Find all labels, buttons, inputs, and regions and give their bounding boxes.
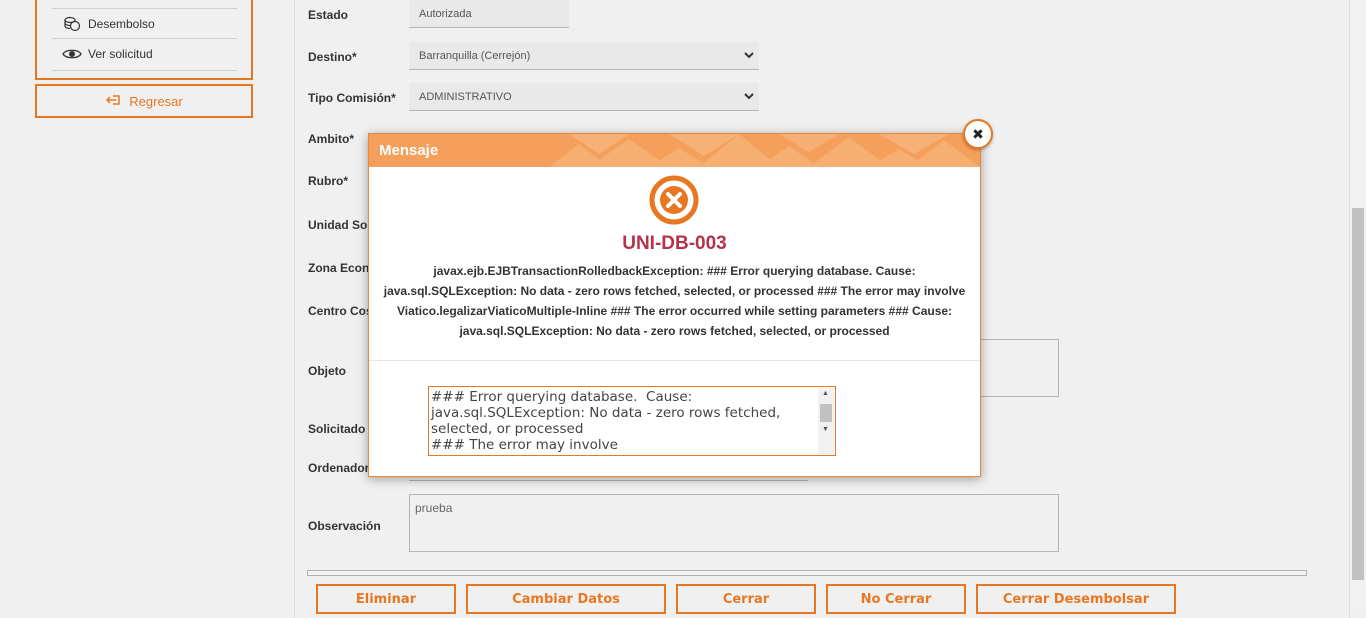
unidad-label: Unidad Soli bbox=[308, 218, 374, 232]
scrollbar-thumb[interactable] bbox=[1352, 208, 1364, 580]
error-detail-text: ### Error querying database. Cause: java… bbox=[431, 389, 781, 455]
observacion-label: Observación bbox=[308, 519, 381, 533]
dialog-divider bbox=[369, 360, 980, 361]
error-code: UNI-DB-003 bbox=[622, 233, 727, 254]
ordenador-label: Ordenador bbox=[308, 461, 370, 475]
coins-icon bbox=[62, 16, 82, 32]
regresar-label: Regresar bbox=[129, 93, 183, 109]
message-dialog: Mensaje UNI-DB-003 javax.ejb.EJBTransact… bbox=[368, 133, 981, 477]
cambiar-datos-button[interactable]: Cambiar Datos bbox=[466, 584, 666, 614]
cerrar-button[interactable]: Cerrar bbox=[676, 584, 816, 614]
objeto-label: Objeto bbox=[308, 364, 346, 378]
ordenador-field-line bbox=[409, 480, 808, 481]
sidebar-item-label: Desembolso bbox=[88, 16, 155, 31]
sidebar-item-desembolso[interactable]: Desembolso bbox=[52, 8, 237, 38]
destino-value: Barranquilla (Cerrejón) bbox=[419, 49, 531, 62]
eliminar-button[interactable]: Eliminar bbox=[316, 584, 456, 614]
observacion-textarea[interactable]: prueba bbox=[409, 494, 1059, 552]
page-scrollbar[interactable] bbox=[1350, 0, 1366, 612]
error-message: javax.ejb.EJBTransactionRolledbackExcept… bbox=[383, 264, 966, 338]
error-detail-textarea[interactable]: ### Error querying database. Cause: java… bbox=[428, 386, 836, 456]
error-x-icon bbox=[649, 175, 699, 228]
detail-scrollbar[interactable]: ▲ ▼ bbox=[818, 388, 834, 454]
dialog-title: Mensaje bbox=[379, 142, 439, 159]
tipo-comision-value: ADMINISTRATIVO bbox=[419, 90, 512, 103]
destino-label: Destino* bbox=[308, 50, 357, 64]
sidebar-menu: Desembolso Ver solicitud bbox=[35, 0, 253, 80]
destino-select[interactable]: Barranquilla (Cerrejón) bbox=[409, 42, 759, 70]
sidebar-item-label: Ver solicitud bbox=[88, 46, 153, 61]
regresar-button[interactable]: Regresar bbox=[35, 84, 253, 118]
dialog-close-button[interactable]: ✖ bbox=[963, 119, 993, 149]
rubro-label: Rubro* bbox=[308, 174, 348, 188]
zona-label: Zona Econc bbox=[308, 261, 377, 275]
estado-label: Estado bbox=[308, 8, 349, 22]
dialog-header: Mensaje bbox=[369, 134, 980, 167]
solicitado-label: Solicitado bbox=[308, 422, 366, 436]
chevron-down-icon bbox=[743, 91, 755, 104]
tipo-comision-label: Tipo Comisión* bbox=[308, 91, 396, 105]
centro-costo-label: Centro Cos bbox=[308, 304, 373, 318]
ambito-label: Ambito* bbox=[308, 132, 354, 146]
scroll-down-icon[interactable]: ▼ bbox=[822, 426, 829, 433]
back-arrow-icon bbox=[105, 93, 123, 110]
close-icon: ✖ bbox=[972, 125, 984, 142]
section-divider bbox=[307, 570, 1307, 576]
observacion-value: prueba bbox=[415, 501, 453, 515]
scrollbar-thumb[interactable] bbox=[820, 404, 832, 422]
divider bbox=[52, 70, 237, 71]
sidebar-item-ver-solicitud[interactable]: Ver solicitud bbox=[52, 38, 237, 68]
no-cerrar-button[interactable]: No Cerrar bbox=[826, 584, 966, 614]
tipo-comision-select[interactable]: ADMINISTRATIVO bbox=[409, 83, 759, 111]
chevron-down-icon bbox=[743, 50, 755, 63]
estado-value: Autorizada bbox=[419, 7, 472, 20]
estado-field: Autorizada bbox=[409, 0, 569, 28]
cerrar-desembolsar-button[interactable]: Cerrar Desembolsar bbox=[976, 584, 1176, 614]
scroll-up-icon[interactable]: ▲ bbox=[822, 390, 829, 397]
eye-icon bbox=[62, 46, 82, 62]
header-pattern bbox=[549, 134, 980, 167]
